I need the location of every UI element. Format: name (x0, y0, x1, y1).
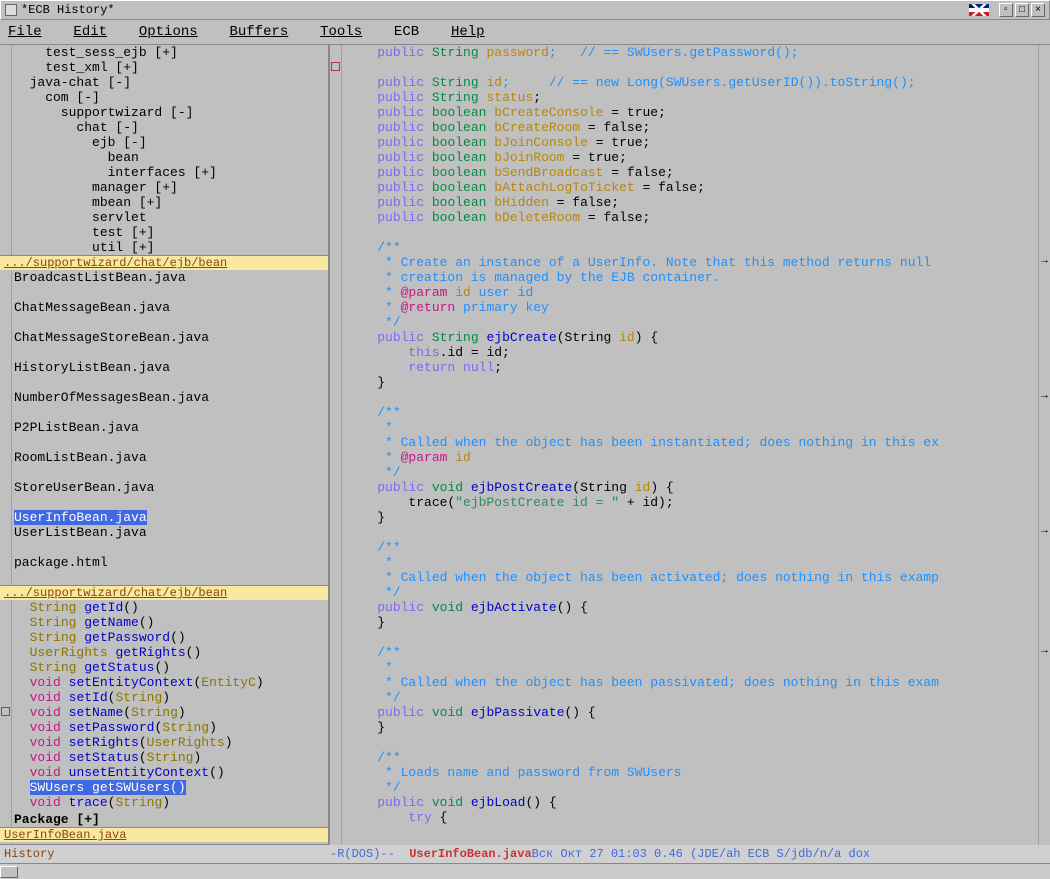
methods-list[interactable]: String getId() String getName() String g… (12, 600, 266, 812)
file-item[interactable]: StoreUserBean.java (14, 480, 209, 495)
maximize-button[interactable]: □ (1015, 3, 1029, 17)
file-item[interactable]: P2PListBean.java (14, 420, 209, 435)
file-item[interactable]: NumberOfMessagesBean.java (14, 390, 209, 405)
menu-ecb[interactable]: ECB (394, 24, 431, 40)
method-item[interactable]: void unsetEntityContext() (14, 765, 264, 780)
file-item[interactable]: RoomListBean.java (14, 450, 209, 465)
statusbar-filename: UserInfoBean.java (409, 847, 531, 861)
main-area: test_sess_ejb [+] test_xml [+] java-chat… (0, 45, 1050, 845)
statusbar: History -R(DOS)-- UserInfoBean.java Вск … (0, 845, 1050, 863)
file-item[interactable]: UserListBean.java (14, 525, 209, 540)
code-body[interactable]: public String password; // == SWUsers.ge… (342, 45, 1038, 845)
ecb-history-pane: 321.bbdblinks.txtEmacs-Beginner-HOWTO.sg… (0, 842, 328, 845)
tree-node[interactable]: ejb [-] (14, 135, 217, 150)
tree-node[interactable]: test_xml [+] (14, 60, 217, 75)
statusbar-info: Вск Окт 27 01:03 0.46 (JDE/ah ECB S/jdb/… (532, 847, 870, 861)
tree-node[interactable]: chat [-] (14, 120, 217, 135)
tree-node[interactable]: util [+] (14, 240, 217, 255)
statusbar-left: History (4, 847, 330, 861)
tree-node[interactable]: bean (14, 150, 217, 165)
ecb-sources-header: .../supportwizard/chat/ejb/bean (0, 256, 328, 270)
ecb-methods-header: .../supportwizard/chat/ejb/bean (0, 586, 328, 600)
method-item[interactable]: UserRights getRights() (14, 645, 264, 660)
tree-node[interactable]: mbean [+] (14, 195, 217, 210)
flag-icon (969, 4, 989, 16)
scrollbar-thumb[interactable] (0, 866, 18, 878)
method-item[interactable]: String getId() (14, 600, 264, 615)
ecb-methods-pane: String getId() String getName() String g… (0, 600, 328, 828)
method-item[interactable]: String getPassword() (14, 630, 264, 645)
method-item[interactable]: void setId(String) (14, 690, 264, 705)
fold-marker-icon[interactable] (331, 62, 340, 71)
tree-node[interactable]: supportwizard [-] (14, 105, 217, 120)
code-right-fringe: →→→→ (1038, 45, 1050, 845)
ecb-history-header: UserInfoBean.java (0, 828, 328, 842)
tree-node[interactable]: servlet (14, 210, 217, 225)
directories-tree[interactable]: test_sess_ejb [+] test_xml [+] java-chat… (12, 45, 219, 255)
titlebar: *ECB History* ▫ □ × (0, 0, 1050, 20)
method-item[interactable]: void trace(String) (14, 795, 264, 810)
method-item[interactable]: void setPassword(String) (14, 720, 264, 735)
statusbar-mode: -R(DOS)-- (330, 847, 395, 861)
tree-node[interactable]: manager [+] (14, 180, 217, 195)
tree-node[interactable]: com [-] (14, 90, 217, 105)
method-item[interactable]: void setName(String) (14, 705, 264, 720)
close-button[interactable]: × (1031, 3, 1045, 17)
menu-tools[interactable]: Tools (320, 24, 374, 40)
package-node[interactable]: Package [+] (14, 812, 100, 827)
menu-buffers[interactable]: Buffers (229, 24, 300, 40)
tree-node[interactable]: java-chat [-] (14, 75, 217, 90)
history-item[interactable]: 3 (14, 842, 209, 845)
method-item[interactable]: String getName() (14, 615, 264, 630)
menu-options[interactable]: Options (139, 24, 210, 40)
tree-node[interactable]: test_sess_ejb [+] (14, 45, 217, 60)
history-list[interactable]: 321.bbdblinks.txtEmacs-Beginner-HOWTO.sg… (12, 842, 211, 845)
method-item[interactable]: SWUsers getSWUsers() (14, 780, 264, 795)
menu-edit[interactable]: Edit (73, 24, 119, 40)
file-item[interactable]: ChatMessageBean.java (14, 300, 209, 315)
file-item[interactable]: UserInfoBean.java (14, 510, 147, 525)
method-item[interactable]: void setRights(UserRights) (14, 735, 264, 750)
window-title: *ECB History* (21, 3, 969, 17)
ecb-left-column: test_sess_ejb [+] test_xml [+] java-chat… (0, 45, 330, 845)
ecb-directories-pane: test_sess_ejb [+] test_xml [+] java-chat… (0, 45, 328, 256)
code-fringe (330, 45, 342, 845)
window-menu-icon[interactable] (5, 4, 17, 16)
file-item[interactable]: ChatMessageStoreBean.java (14, 330, 209, 345)
tree-node[interactable]: interfaces [+] (14, 165, 217, 180)
menu-help[interactable]: Help (451, 24, 497, 40)
ecb-sources-pane: BroadcastListBean.java ChatMessageBean.ja… (0, 270, 328, 586)
file-item[interactable]: HistoryListBean.java (14, 360, 209, 375)
minimize-button[interactable]: ▫ (999, 3, 1013, 17)
method-item[interactable]: void setStatus(String) (14, 750, 264, 765)
file-item[interactable]: BroadcastListBean.java (14, 270, 209, 285)
file-item[interactable]: package.html (14, 555, 209, 570)
code-pane: public String password; // == SWUsers.ge… (330, 45, 1050, 845)
method-item[interactable]: String getStatus() (14, 660, 264, 675)
method-item[interactable]: void setEntityContext(EntityC) (14, 675, 264, 690)
sources-list[interactable]: BroadcastListBean.java ChatMessageBean.ja… (12, 270, 211, 585)
menu-file[interactable]: File (8, 24, 54, 40)
horizontal-scrollbar[interactable] (0, 863, 1050, 879)
tree-node[interactable]: test [+] (14, 225, 217, 240)
menubar: File Edit Options Buffers Tools ECB Help (0, 20, 1050, 45)
